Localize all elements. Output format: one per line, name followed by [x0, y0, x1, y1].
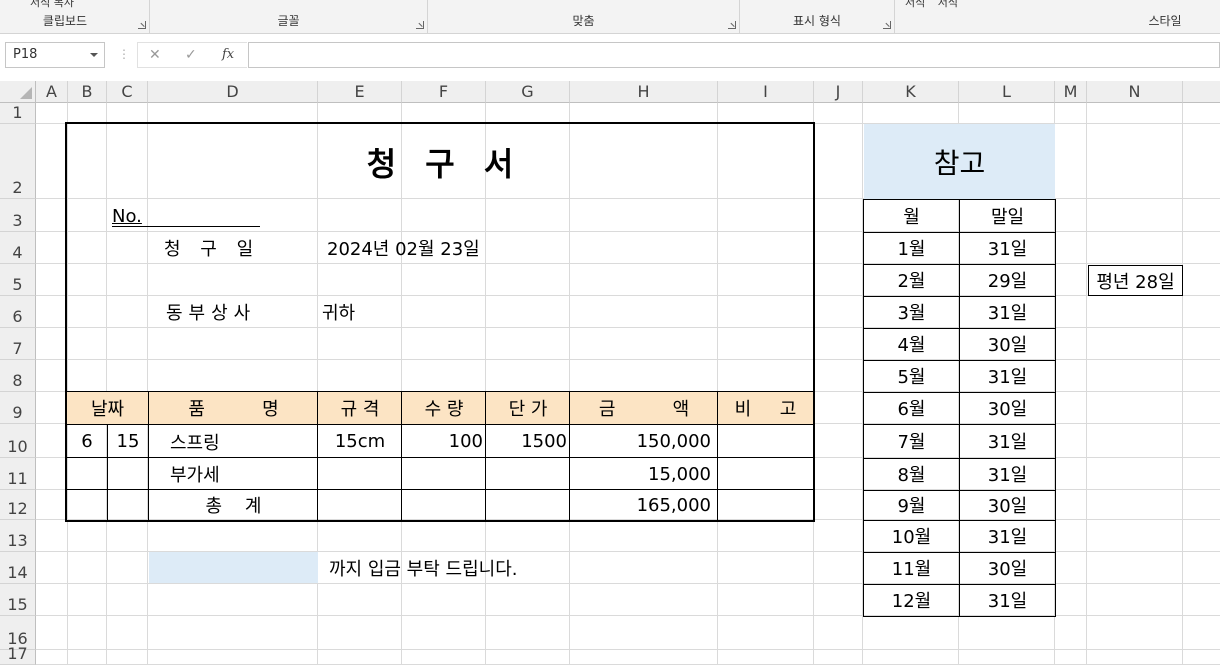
row-header[interactable]: 6	[0, 296, 36, 328]
formula-input[interactable]	[248, 42, 1220, 68]
dialog-launcher-icon[interactable]	[416, 21, 424, 29]
column-header[interactable]: B	[68, 81, 107, 103]
column-header[interactable]: F	[402, 81, 486, 103]
table-line	[65, 489, 815, 490]
column-header[interactable]: L	[959, 81, 1055, 103]
chevron-down-icon[interactable]	[90, 53, 98, 57]
cancel-icon[interactable]: ✕	[149, 47, 161, 63]
gridline	[36, 649, 1220, 650]
row-header[interactable]: 12	[0, 490, 36, 520]
table-line	[65, 391, 815, 392]
reference-line	[863, 490, 1056, 491]
payment-date-cell[interactable]	[149, 552, 318, 583]
reference-title: 참고	[933, 146, 986, 180]
row-header[interactable]: 17	[0, 644, 36, 665]
column-header[interactable]: A	[36, 81, 68, 103]
row-header[interactable]: 11	[0, 458, 36, 490]
reference-line	[863, 584, 1056, 585]
row-header[interactable]: 8	[0, 360, 36, 392]
column-header[interactable]: G	[486, 81, 570, 103]
table-line	[401, 392, 402, 520]
ribbon-group-label: 표시 형식	[793, 14, 841, 28]
row-header[interactable]: 15	[0, 584, 36, 616]
ribbon-group-label: 맞춤	[572, 14, 595, 28]
column-header[interactable]: J	[814, 81, 863, 103]
leap-year-note: 평년 28일	[1088, 265, 1183, 296]
reference-line	[863, 458, 1056, 459]
dialog-launcher-icon[interactable]	[883, 21, 891, 29]
column-header[interactable]: H	[570, 81, 718, 103]
table-line	[107, 425, 108, 520]
reference-line	[959, 199, 960, 617]
name-box-value: P18	[13, 47, 38, 62]
ribbon-group-number: 표시 형식	[740, 0, 895, 33]
column-header[interactable]: K	[863, 81, 959, 103]
row-header[interactable]: 7	[0, 328, 36, 360]
table-line	[717, 392, 718, 520]
ribbon-group-font: 글꼴	[150, 0, 428, 33]
dialog-launcher-icon[interactable]	[138, 21, 146, 29]
invoice-border	[65, 122, 815, 522]
ribbon-group-label: 클립보드	[42, 14, 88, 28]
row-header[interactable]: 1	[0, 103, 36, 124]
name-box[interactable]: P18	[5, 42, 105, 68]
table-line	[148, 392, 149, 520]
ribbon-group-label: 스타일	[1148, 14, 1182, 28]
payment-note: 까지 입금 부탁 드립니다.	[329, 559, 518, 580]
column-header[interactable]: E	[318, 81, 402, 103]
formula-bar: P18 ⋮ ✕ ✓ fx	[0, 35, 1220, 81]
dialog-launcher-icon[interactable]	[728, 21, 736, 29]
column-header[interactable]: D	[148, 81, 318, 103]
reference-line	[863, 424, 1056, 425]
formula-buttons: ✕ ✓ fx	[137, 42, 247, 68]
row-header[interactable]: 2	[0, 124, 36, 199]
column-header[interactable]: I	[718, 81, 814, 103]
reference-line	[863, 520, 1056, 521]
table-line	[569, 392, 570, 520]
column-header[interactable]	[1183, 81, 1220, 103]
table-line	[65, 457, 815, 458]
reference-line	[863, 360, 1056, 361]
reference-line	[863, 328, 1056, 329]
column-header[interactable]: M	[1055, 81, 1087, 103]
row-header[interactable]: 13	[0, 520, 36, 552]
row-header[interactable]: 9	[0, 392, 36, 424]
reference-line	[863, 296, 1056, 297]
column-header[interactable]: C	[107, 81, 148, 103]
table-line	[317, 392, 318, 520]
ribbon-group-clipboard: 클립보드	[0, 0, 150, 33]
more-options-icon: ⋮	[118, 47, 130, 61]
table-line	[485, 392, 486, 520]
reference-line	[863, 392, 1056, 393]
row-header[interactable]: 5	[0, 264, 36, 296]
gridline	[1182, 103, 1183, 665]
select-all-button[interactable]	[0, 81, 36, 103]
reference-line	[863, 552, 1056, 553]
row-header[interactable]: 4	[0, 232, 36, 264]
ribbon-group-label: 글꼴	[277, 14, 300, 28]
gridline	[1086, 103, 1087, 665]
enter-icon[interactable]: ✓	[185, 47, 197, 63]
ribbon-group-alignment: 맞춤	[428, 0, 740, 33]
row-header[interactable]: 10	[0, 424, 36, 458]
ribbon: 서식 복사 서식 ˅ 서식 ˅ 클립보드 글꼴 맞춤 표시 형식 스타일	[0, 0, 1220, 34]
reference-line	[863, 232, 1056, 233]
insert-function-icon[interactable]: fx	[222, 47, 234, 62]
column-header[interactable]: N	[1087, 81, 1183, 103]
table-line	[65, 424, 815, 425]
row-header[interactable]: 3	[0, 199, 36, 232]
row-header[interactable]: 14	[0, 552, 36, 584]
ribbon-group-styles: 스타일	[895, 0, 1220, 33]
reference-line	[863, 264, 1056, 265]
